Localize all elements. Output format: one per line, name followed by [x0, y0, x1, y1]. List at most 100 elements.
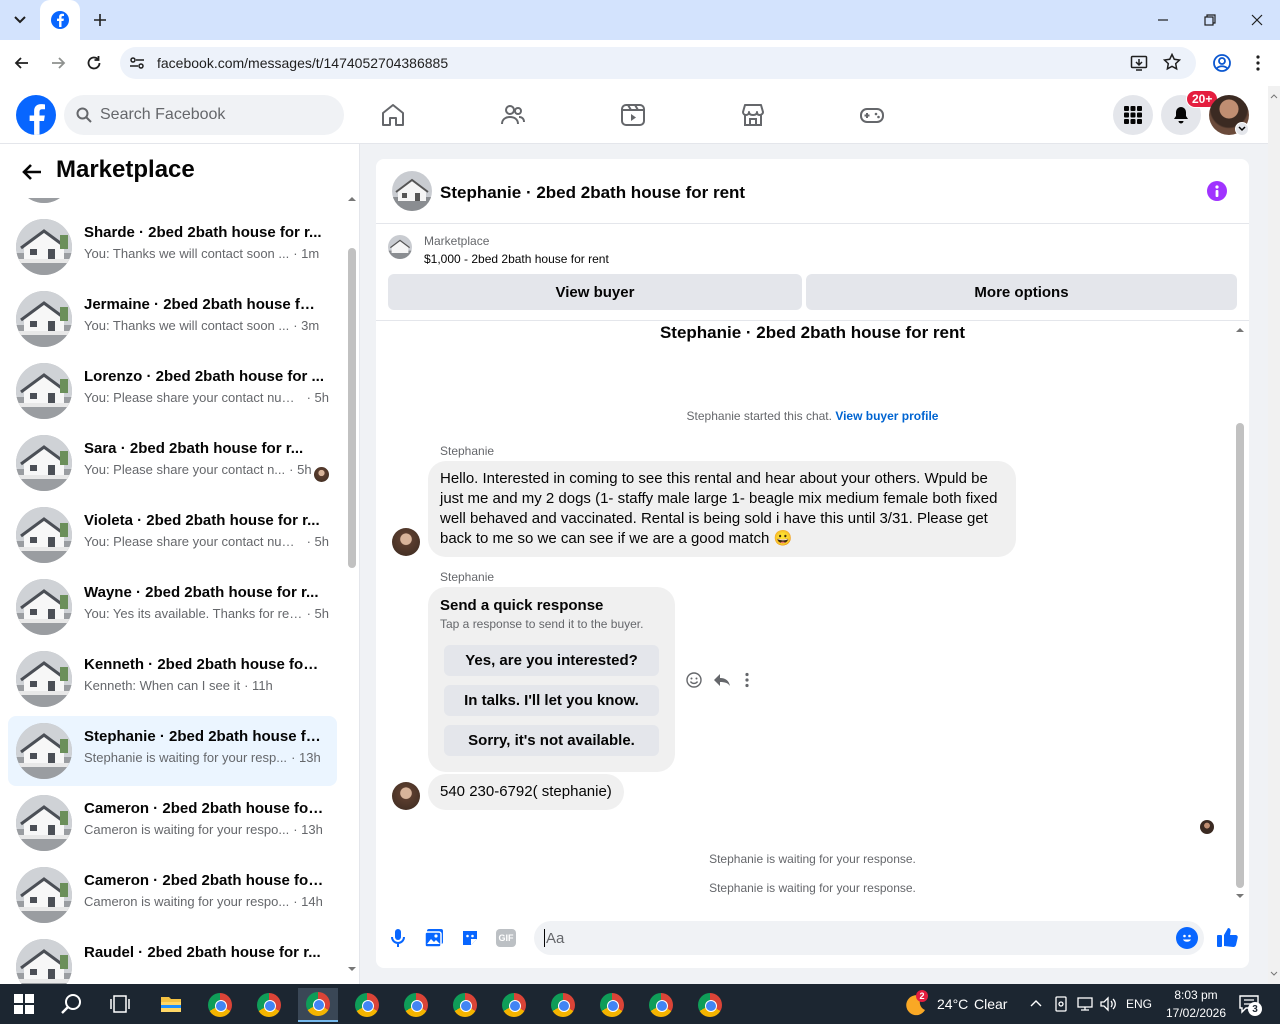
clock-date[interactable]: 17/02/2026: [1160, 1006, 1232, 1020]
conversation-listing-avatar: [16, 507, 72, 563]
nav-friends-icon[interactable]: [500, 102, 526, 128]
back-arrow-icon[interactable]: [12, 53, 32, 73]
taskbar-chrome-icon[interactable]: [690, 988, 730, 1022]
taskbar-chrome-icon[interactable]: [396, 988, 436, 1022]
buyer-avatar[interactable]: [392, 528, 420, 556]
conversation-item[interactable]: Kenneth · 2bed 2bath house for ... Kennet…: [8, 644, 337, 714]
conversation-item[interactable]: Wayne · 2bed 2bath house for r... You: Ye…: [8, 572, 337, 642]
message-input[interactable]: Aa: [534, 921, 1204, 955]
browser-menu-icon[interactable]: [1250, 53, 1266, 73]
tab-list-chevron-icon[interactable]: [8, 8, 32, 32]
listing-price[interactable]: $1,000 - 2bed 2bath house for rent: [424, 252, 609, 266]
conversation-item[interactable]: Jermaine · 2bed 2bath house for... You: T…: [8, 284, 337, 354]
conversation-time: · 5h: [306, 606, 329, 621]
bookmark-star-icon[interactable]: [1163, 53, 1181, 71]
conversation-item[interactable]: Violeta · 2bed 2bath house for r... You: …: [8, 500, 337, 570]
file-explorer-icon[interactable]: [160, 994, 182, 1014]
emoji-picker-icon[interactable]: [1176, 927, 1198, 949]
taskbar-chrome-icon[interactable]: [543, 988, 583, 1022]
url-text[interactable]: facebook.com/messages/t/1474052704386885: [157, 55, 448, 71]
network-icon[interactable]: [1076, 995, 1094, 1013]
conversation-item[interactable]: Cameron · 2bed 2bath house for... Cameron…: [8, 860, 337, 930]
view-buyer-button[interactable]: View buyer: [388, 274, 802, 310]
quick-reply-yes-button[interactable]: Yes, are you interested?: [444, 645, 659, 676]
search-input[interactable]: Search Facebook: [64, 95, 344, 135]
conversation-item[interactable]: Cameron · 2bed 2bath house for... Cameron…: [8, 788, 337, 858]
account-chevron-icon[interactable]: [1235, 122, 1249, 136]
forward-arrow-icon[interactable]: [48, 53, 68, 73]
listing-thumbnail[interactable]: [388, 235, 412, 259]
minimize-window-icon[interactable]: [1155, 12, 1171, 28]
conversation-preview-text: You: Yes its available. Thanks for rea..…: [84, 606, 303, 621]
input-language[interactable]: ENG: [1126, 997, 1152, 1011]
page-scrollbar[interactable]: [1268, 86, 1280, 984]
microphone-icon[interactable]: [389, 928, 407, 948]
chat-listing-avatar[interactable]: [392, 171, 432, 211]
taskbar-search-icon[interactable]: [60, 992, 84, 1016]
conversation-item[interactable]: Sara · 2bed 2bath house for r... You: Ple…: [8, 428, 337, 498]
facebook-logo-icon[interactable]: [16, 95, 56, 135]
weather-condition[interactable]: Clear: [974, 996, 1007, 1012]
tray-device-icon[interactable]: [1053, 995, 1069, 1013]
conversation-list[interactable]: Juancho · 2bed 2bath house fo...You: Ple…: [0, 186, 346, 984]
nav-gaming-icon[interactable]: [859, 102, 885, 128]
browser-tab-facebook[interactable]: [40, 0, 80, 40]
taskbar-chrome-icon[interactable]: [249, 988, 289, 1022]
conversation-item[interactable]: Raudel · 2bed 2bath house for r...: [8, 932, 337, 984]
nav-home-icon[interactable]: [380, 102, 406, 128]
taskbar-chrome-icon[interactable]: [200, 988, 240, 1022]
new-tab-plus-icon[interactable]: [90, 10, 110, 30]
weather-moon-icon[interactable]: 2: [904, 990, 930, 1018]
site-settings-icon[interactable]: [128, 54, 146, 72]
like-thumbs-up-icon[interactable]: [1216, 926, 1238, 948]
conversation-item[interactable]: Stephanie · 2bed 2bath house fo... Stepha…: [8, 716, 337, 786]
windows-start-icon[interactable]: [14, 994, 34, 1014]
taskbar-chrome-icon[interactable]: [641, 988, 681, 1022]
photo-attach-icon[interactable]: [424, 928, 444, 948]
weather-temp[interactable]: 24°C: [937, 996, 968, 1012]
grid-icon: [1124, 106, 1142, 124]
nav-video-icon[interactable]: [620, 102, 646, 128]
notification-center-icon[interactable]: 3: [1238, 994, 1262, 1016]
nav-marketplace-icon[interactable]: [740, 102, 766, 128]
buyer-avatar[interactable]: [392, 782, 420, 810]
install-app-icon[interactable]: [1130, 54, 1148, 72]
info-icon[interactable]: [1207, 181, 1227, 201]
quick-reply-in-talks-button[interactable]: In talks. I'll let you know.: [444, 685, 659, 716]
more-options-button[interactable]: More options: [806, 274, 1237, 310]
clock-time[interactable]: 8:03 pm: [1164, 988, 1228, 1002]
tray-chevron-up-icon[interactable]: [1029, 996, 1043, 1010]
taskbar-chrome-icon[interactable]: [592, 988, 632, 1022]
conversation-name: Kenneth · 2bed 2bath house for ...: [84, 656, 324, 673]
reload-icon[interactable]: [84, 53, 104, 73]
view-buyer-profile-link[interactable]: View buyer profile: [835, 409, 938, 423]
taskbar-chrome-icon-active[interactable]: [298, 988, 338, 1022]
message-bubble[interactable]: Hello. Interested in coming to see this …: [428, 461, 1016, 557]
taskbar-chrome-icon[interactable]: [445, 988, 485, 1022]
message-input-placeholder: Aa: [546, 929, 565, 947]
divider: [376, 320, 1249, 321]
message-bubble[interactable]: 540 230-6792( stephanie): [428, 774, 624, 810]
restore-window-icon[interactable]: [1202, 12, 1218, 28]
thread-title: Stephanie · 2bed 2bath house for rent: [659, 323, 966, 342]
react-emoji-icon[interactable]: [686, 672, 702, 688]
task-view-icon[interactable]: [110, 994, 130, 1014]
sticker-icon[interactable]: [460, 928, 480, 948]
taskbar-chrome-icon[interactable]: [347, 988, 387, 1022]
taskbar-chrome-icon[interactable]: [494, 988, 534, 1022]
conversation-item[interactable]: Lorenzo · 2bed 2bath house for ... You: P…: [8, 356, 337, 426]
back-arrow-icon[interactable]: [20, 160, 44, 184]
quick-reply-not-available-button[interactable]: Sorry, it's not available.: [444, 725, 659, 756]
close-window-icon[interactable]: [1249, 12, 1265, 28]
chat-scrollbar[interactable]: [1234, 323, 1246, 903]
conversation-listing-avatar: [16, 579, 72, 635]
volume-icon[interactable]: [1099, 995, 1117, 1013]
sidebar-scrollbar[interactable]: [346, 192, 358, 976]
conversation-item[interactable]: Sharde · 2bed 2bath house for r... You: T…: [8, 212, 337, 282]
profile-icon[interactable]: [1212, 53, 1232, 73]
menu-grid-button[interactable]: [1113, 95, 1153, 135]
reply-arrow-icon[interactable]: [713, 672, 731, 688]
conversation-time: · 13h: [291, 750, 321, 765]
more-actions-icon[interactable]: [744, 672, 750, 688]
gif-icon[interactable]: GIF: [496, 929, 516, 947]
